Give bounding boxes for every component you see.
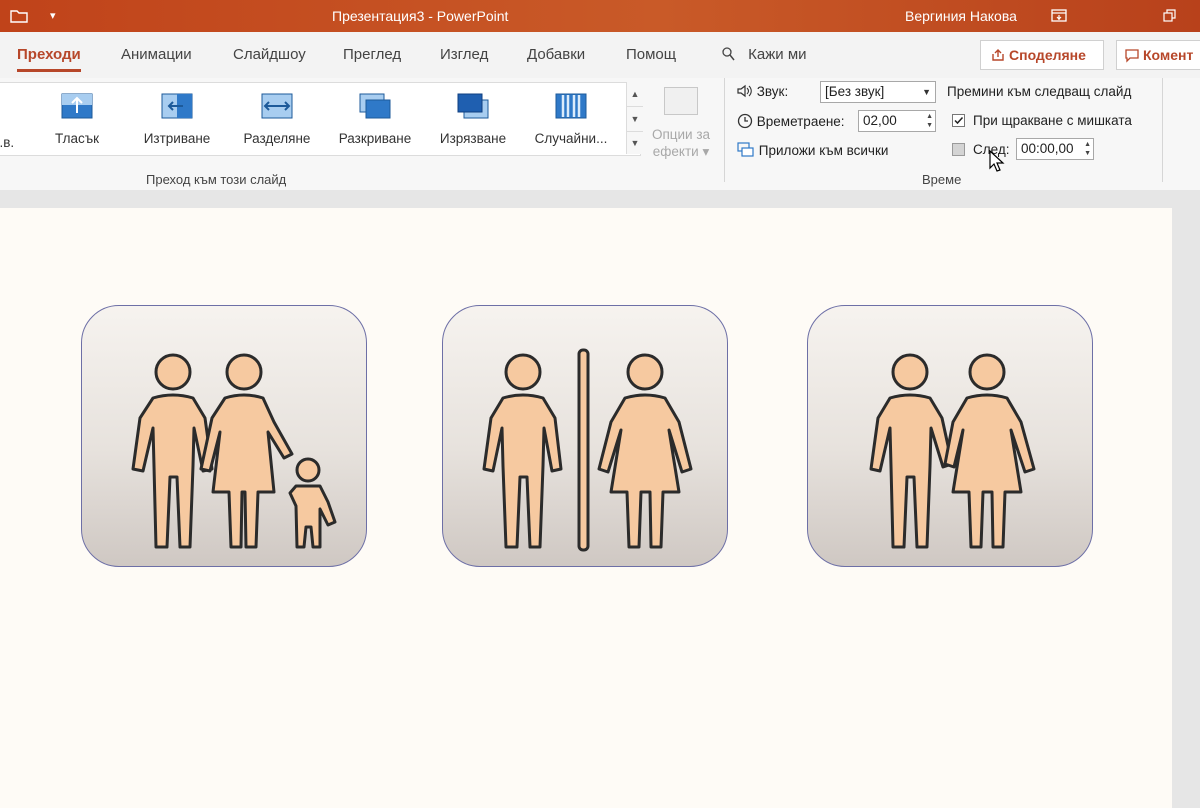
duration-spinner[interactable]: 02,00 ▲ ▼ xyxy=(858,110,936,132)
tab-animations[interactable]: Анимации xyxy=(121,46,192,63)
gallery-more-icon[interactable]: ▼ xyxy=(627,131,643,154)
transition-reveal[interactable]: Разкриване xyxy=(330,83,420,155)
on-click-label: При щракване с мишката xyxy=(973,113,1132,128)
open-folder-icon[interactable] xyxy=(10,0,30,32)
reveal-transition-icon xyxy=(359,93,391,119)
spinner-arrows-icon[interactable]: ▲ ▼ xyxy=(926,112,933,130)
tab-help[interactable]: Помощ xyxy=(626,46,676,63)
group-separator-right xyxy=(1162,78,1163,182)
timing-group-label: Време xyxy=(922,172,962,187)
transition-cut-label: Изрязване xyxy=(439,131,507,146)
share-button[interactable]: Споделяне xyxy=(980,40,1104,70)
mouse-cursor-icon xyxy=(989,150,1005,172)
transition-random-bars[interactable]: Случайни... xyxy=(526,83,616,155)
after-time-value: 00:00,00 xyxy=(1021,141,1074,156)
transition-split-label: Разделяне xyxy=(243,131,311,146)
push-transition-icon xyxy=(61,93,93,119)
random-bars-transition-icon xyxy=(555,93,587,119)
sound-dropdown[interactable]: [Без звук] ▼ xyxy=(820,81,936,103)
comments-button[interactable]: Комент xyxy=(1116,40,1200,70)
clock-icon xyxy=(737,113,753,129)
effect-options-button[interactable]: Опции за ефекти ▾ xyxy=(646,84,716,164)
effect-options-label-1: Опции за xyxy=(651,127,711,142)
transition-group-label: Преход към този слайд xyxy=(146,172,287,187)
ribbon-tabs: Преходи Анимации Слайдшоу Преглед Изглед… xyxy=(0,32,1200,78)
lightbulb-icon xyxy=(722,47,735,61)
ribbon-display-options-icon[interactable] xyxy=(1050,0,1068,32)
transition-cut[interactable]: Изрязване xyxy=(428,83,518,155)
transition-wipe-label: Изтриване xyxy=(143,131,211,146)
speaker-icon xyxy=(737,84,752,98)
wipe-transition-icon xyxy=(161,93,193,119)
apply-all-icon xyxy=(737,142,754,157)
gallery-scroll-up-icon[interactable]: ▲ xyxy=(627,82,643,106)
restore-window-icon[interactable] xyxy=(1162,0,1178,32)
window-title: Презентация3 - PowerPoint xyxy=(332,8,509,24)
effect-options-icon xyxy=(664,87,698,115)
split-transition-icon xyxy=(261,93,293,119)
user-name[interactable]: Вергиния Накова xyxy=(905,0,1017,32)
tab-transitions[interactable]: Преходи xyxy=(17,46,81,72)
slide-editing-area xyxy=(0,190,1200,808)
transition-split[interactable]: Разделяне xyxy=(232,83,322,155)
comments-label: Комент xyxy=(1143,47,1194,63)
family-icon[interactable] xyxy=(81,305,367,567)
apply-all-button[interactable]: Приложи към всички xyxy=(737,142,888,158)
tab-slideshow[interactable]: Слайдшоу xyxy=(233,46,306,63)
share-label: Споделяне xyxy=(1009,47,1086,63)
sound-value: [Без звук] xyxy=(825,84,885,99)
qat-dropdown-icon[interactable]: ▾ xyxy=(50,0,56,32)
slide-canvas[interactable] xyxy=(0,208,1172,808)
transition-reveal-label: Разкриване xyxy=(338,131,412,146)
after-checkbox[interactable] xyxy=(952,143,965,156)
on-click-checkbox[interactable] xyxy=(952,114,965,127)
tell-me-search[interactable]: Кажи ми xyxy=(720,46,807,63)
gallery-scrollbar[interactable]: ▲ ▼ ▼ xyxy=(626,82,643,154)
tell-me-label: Кажи ми xyxy=(748,46,807,63)
duration-value: 02,00 xyxy=(863,113,897,128)
group-separator xyxy=(724,78,725,182)
gallery-scroll-down-icon[interactable]: ▼ xyxy=(627,106,643,131)
checkmark-icon xyxy=(954,116,964,125)
title-bar: ▾ Презентация3 - PowerPoint Вергиния Нак… xyxy=(0,0,1200,32)
after-time-spinner[interactable]: 00:00,00 ▲ ▼ xyxy=(1016,138,1094,160)
tab-view[interactable]: Изглед xyxy=(440,46,488,63)
cut-transition-icon xyxy=(457,93,489,119)
transition-random-label: Случайни... xyxy=(534,131,608,146)
advance-slide-header: Премини към следващ слайд xyxy=(947,84,1132,99)
couple-icon[interactable] xyxy=(807,305,1093,567)
sound-label: Звук: xyxy=(737,84,788,99)
transition-wipe[interactable]: Изтриване xyxy=(132,83,222,155)
transition-push[interactable]: Тласък xyxy=(32,83,122,155)
tab-addins[interactable]: Добавки xyxy=(527,46,585,63)
transition-gallery: ...в. Тласък Изтриване Разделяне Разкрив… xyxy=(0,82,641,156)
restroom-icon[interactable] xyxy=(442,305,728,567)
effect-options-label-2: ефекти ▾ xyxy=(652,144,710,159)
chevron-down-icon: ▼ xyxy=(922,87,931,97)
tab-review[interactable]: Преглед xyxy=(343,46,401,63)
comment-icon xyxy=(1125,49,1139,63)
gallery-partial-item-label[interactable]: ...в. xyxy=(0,135,14,150)
ribbon: ...в. Тласък Изтриване Разделяне Разкрив… xyxy=(0,78,1200,191)
duration-label: Времетраене: xyxy=(737,113,845,129)
share-icon xyxy=(992,49,1004,61)
after-spinner-arrows-icon[interactable]: ▲ ▼ xyxy=(1084,140,1091,158)
transition-push-label: Тласък xyxy=(54,131,100,146)
